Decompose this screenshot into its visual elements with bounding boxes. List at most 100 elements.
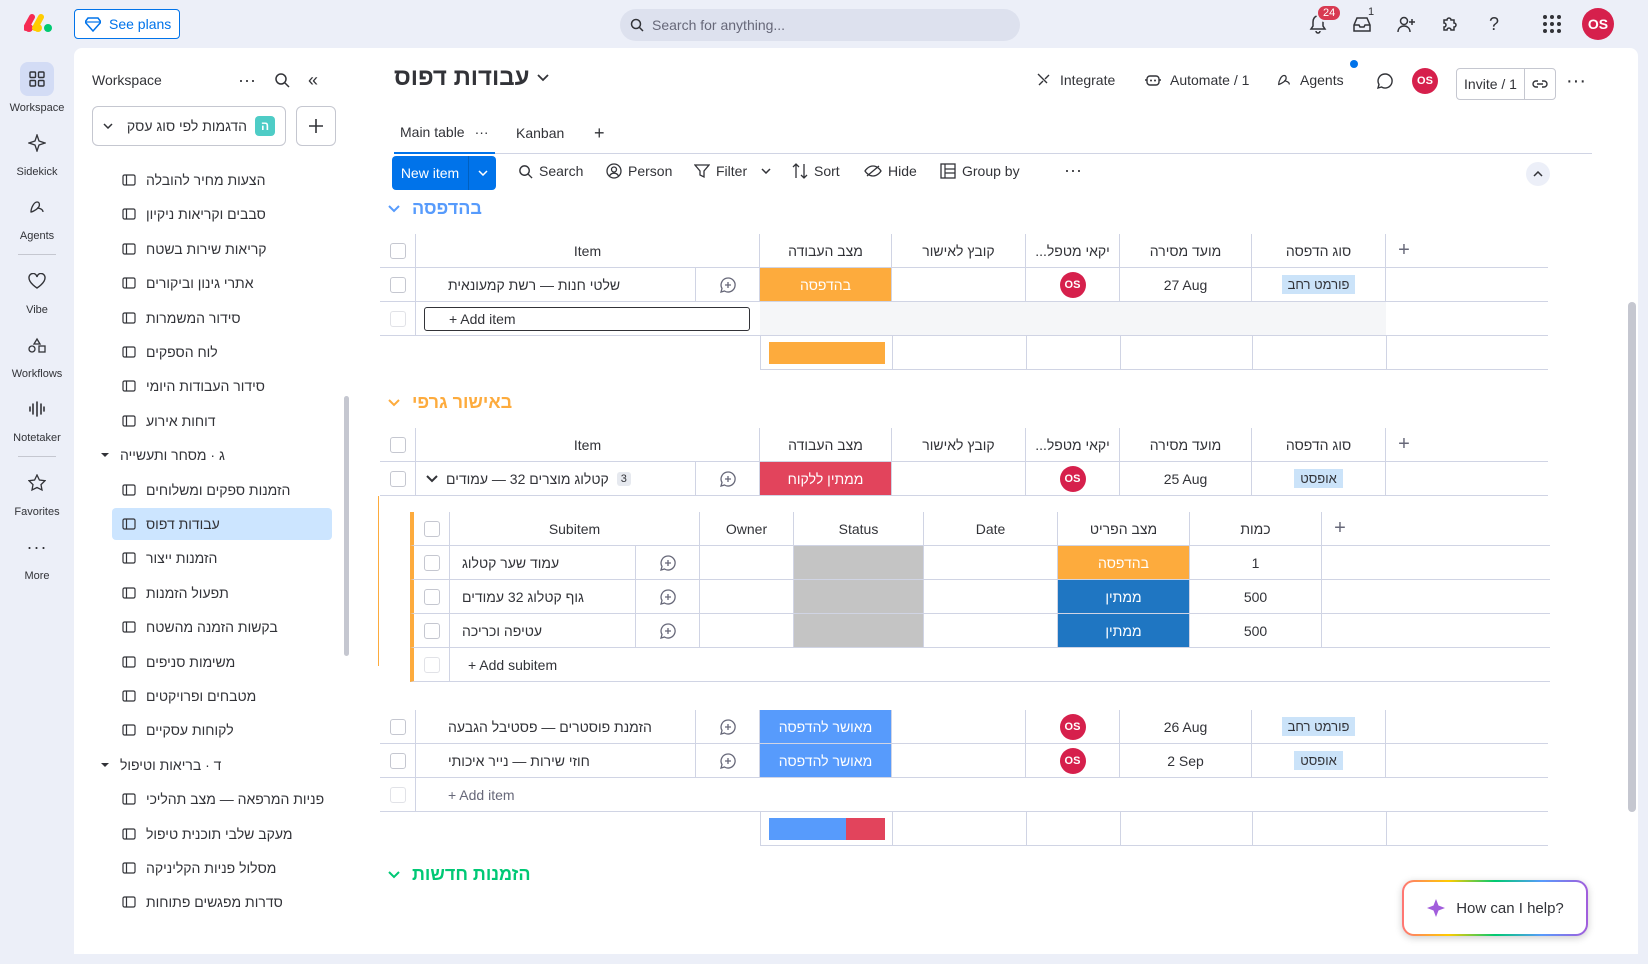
column-header[interactable]: מועד מסירה [1120, 234, 1252, 267]
column-header[interactable]: ...יקאי מטפל [1026, 428, 1120, 461]
add-update-icon[interactable] [659, 588, 677, 606]
date-cell[interactable]: 26 Aug [1120, 710, 1252, 743]
updates-icon[interactable] [1376, 72, 1394, 90]
file-cell[interactable] [892, 268, 1026, 301]
rail-agents[interactable]: Agents [0, 190, 74, 242]
status-cell[interactable]: ממתין ללקוח [760, 462, 892, 495]
sidebar-item-board[interactable]: לקוחות עסקיים [112, 714, 332, 746]
column-header[interactable]: קובץ לאישור [892, 428, 1026, 461]
status-cell[interactable]: מאושר להדפסה [760, 744, 892, 777]
subitem-state-cell[interactable]: ממתין [1058, 614, 1190, 647]
collapse-group-icon[interactable] [388, 204, 400, 213]
sidebar-item-board[interactable]: מעקב שלבי תוכנית טיפול [112, 818, 332, 850]
chevron-down-icon[interactable] [761, 168, 771, 174]
sidebar-item-board[interactable]: לוח הספקים [112, 336, 332, 368]
owner-cell[interactable]: OS [1026, 710, 1120, 743]
add-update-icon[interactable] [659, 554, 677, 572]
add-subitem-input[interactable]: + Add subitem [450, 648, 750, 681]
monday-logo[interactable] [24, 13, 54, 33]
column-header[interactable]: Item [416, 234, 760, 267]
board-title[interactable]: עבודות דפוס [394, 64, 550, 92]
toolbar-more-icon[interactable]: ··· [1064, 160, 1082, 181]
rail-notetaker[interactable]: Notetaker [0, 392, 74, 444]
subitem-row[interactable]: גוף קטלוג 32 עמודים ממתין 500 [410, 580, 1550, 614]
owner-avatar[interactable]: OS [1059, 713, 1086, 740]
date-cell[interactable]: 2 Sep [1120, 744, 1252, 777]
group-header[interactable]: בהדפסה [388, 198, 482, 219]
column-header[interactable]: סוג הדפסה [1252, 234, 1386, 267]
file-cell[interactable] [892, 462, 1026, 495]
subitem-date-cell[interactable] [924, 614, 1058, 647]
sidebar-folder[interactable]: ג · מסחר ותעשייה [94, 439, 330, 471]
rail-workflows[interactable]: Workflows [0, 328, 74, 380]
sidebar-item-board[interactable]: בקשות הזמנה מהשטח [112, 611, 332, 643]
sidebar-item-board[interactable]: הזמנות ספקים ומשלוחים [112, 474, 332, 506]
table-row[interactable]: שלטי חנות — רשת קמעונאית בהדפסה OS 27 Aug פו… [380, 268, 1548, 302]
board-scrollbar[interactable] [1628, 302, 1636, 812]
subitem-date-cell[interactable] [924, 546, 1058, 579]
print-type-cell[interactable]: אופסט [1252, 744, 1386, 777]
subitem-qty-cell[interactable]: 1 [1190, 546, 1322, 579]
see-plans-button[interactable]: See plans [74, 9, 180, 39]
group-by-button[interactable]: Group by [940, 163, 1020, 179]
subitem-owner-cell[interactable] [700, 580, 794, 613]
item-updates-cell[interactable] [696, 268, 760, 301]
sidebar-item-board[interactable]: מטבחים ופרויקטים [112, 680, 332, 712]
sidebar-item-board[interactable]: סידור העבודות היומי [112, 370, 332, 402]
collapse-sidebar-icon[interactable]: « [308, 70, 318, 91]
item-name-cell[interactable]: שלטי חנות — רשת קמעונאית [416, 268, 696, 301]
item-updates-cell[interactable] [696, 462, 760, 495]
integrate-button[interactable]: Integrate [1036, 72, 1115, 88]
subitem-updates-cell[interactable] [636, 546, 700, 579]
sidebar-item-board[interactable]: תפעול הזמנות [112, 577, 332, 609]
invite-member-icon[interactable] [1394, 12, 1418, 36]
subitem-state-cell[interactable]: בהדפסה [1058, 546, 1190, 579]
subitem-qty-cell[interactable]: 500 [1190, 580, 1322, 613]
add-item-input[interactable]: + Add item [424, 307, 750, 331]
owner-cell[interactable]: OS [1026, 268, 1120, 301]
column-header[interactable]: סוג הדפסה [1252, 428, 1386, 461]
sidebar-item-board[interactable]: מסלול פניות הקליניקה [112, 852, 332, 884]
add-item-input[interactable]: + Add item [424, 783, 750, 807]
filter-button[interactable]: Filter [694, 163, 771, 179]
row-checkbox[interactable] [389, 752, 406, 769]
collapse-group-icon[interactable] [388, 870, 400, 879]
help-assistant-button[interactable]: How can I help? [1402, 880, 1588, 936]
sidebar-folder[interactable]: ד · בריאות וטיפול [94, 749, 330, 781]
add-update-icon[interactable] [659, 622, 677, 640]
tab-kanban[interactable]: Kanban [516, 112, 564, 154]
new-item-dropdown-icon[interactable] [468, 156, 496, 190]
collapse-group-icon[interactable] [388, 398, 400, 407]
owner-avatar[interactable]: OS [1059, 465, 1086, 492]
invite-button[interactable]: Invite / 1 [1456, 68, 1556, 100]
item-updates-cell[interactable] [696, 710, 760, 743]
apps-puzzle-icon[interactable] [1438, 12, 1462, 36]
group-title[interactable]: בהדפסה [412, 198, 482, 219]
sidebar-item-board[interactable]: הצעות מחיר להובלה [112, 164, 332, 196]
user-avatar[interactable]: OS [1582, 8, 1614, 40]
subitem-checkbox[interactable] [423, 588, 440, 605]
add-update-icon[interactable] [719, 276, 737, 294]
board-owner-avatar[interactable]: OS [1412, 68, 1438, 94]
subitem-column-header[interactable]: Owner [700, 512, 794, 545]
person-filter-button[interactable]: Person [606, 163, 672, 179]
rail-more[interactable]: ··· More [0, 530, 74, 583]
subitem-status-cell[interactable] [794, 614, 924, 647]
subitem-row[interactable]: עטיפה וכריכה ממתין 500 [410, 614, 1550, 648]
subitem-checkbox[interactable] [423, 622, 440, 639]
add-update-icon[interactable] [719, 470, 737, 488]
file-cell[interactable] [892, 744, 1026, 777]
add-subitem-column-icon[interactable]: + [1322, 512, 1358, 545]
sidebar-item-board[interactable]: משימות סניפים [112, 646, 332, 678]
subitem-qty-cell[interactable]: 500 [1190, 614, 1322, 647]
tab-more-icon[interactable]: ··· [475, 124, 489, 140]
subitem-column-header[interactable]: Status [794, 512, 924, 545]
group-title[interactable]: הזמנות חדשות [412, 864, 531, 885]
rail-favorites[interactable]: Favorites [0, 466, 74, 518]
table-row[interactable]: הזמנת פוסטרים — פסטיבל הגבעה מאושר להדפסה… [380, 710, 1548, 744]
workspace-selector[interactable]: ה הדגמות לפי סוג עסק [92, 106, 286, 146]
help-icon[interactable]: ? [1482, 12, 1506, 36]
subitem-updates-cell[interactable] [636, 580, 700, 613]
item-name-cell[interactable]: קטלוג מוצרים 32 — עמודים 3 [416, 462, 696, 495]
agents-button[interactable]: Agents [1276, 60, 1358, 88]
